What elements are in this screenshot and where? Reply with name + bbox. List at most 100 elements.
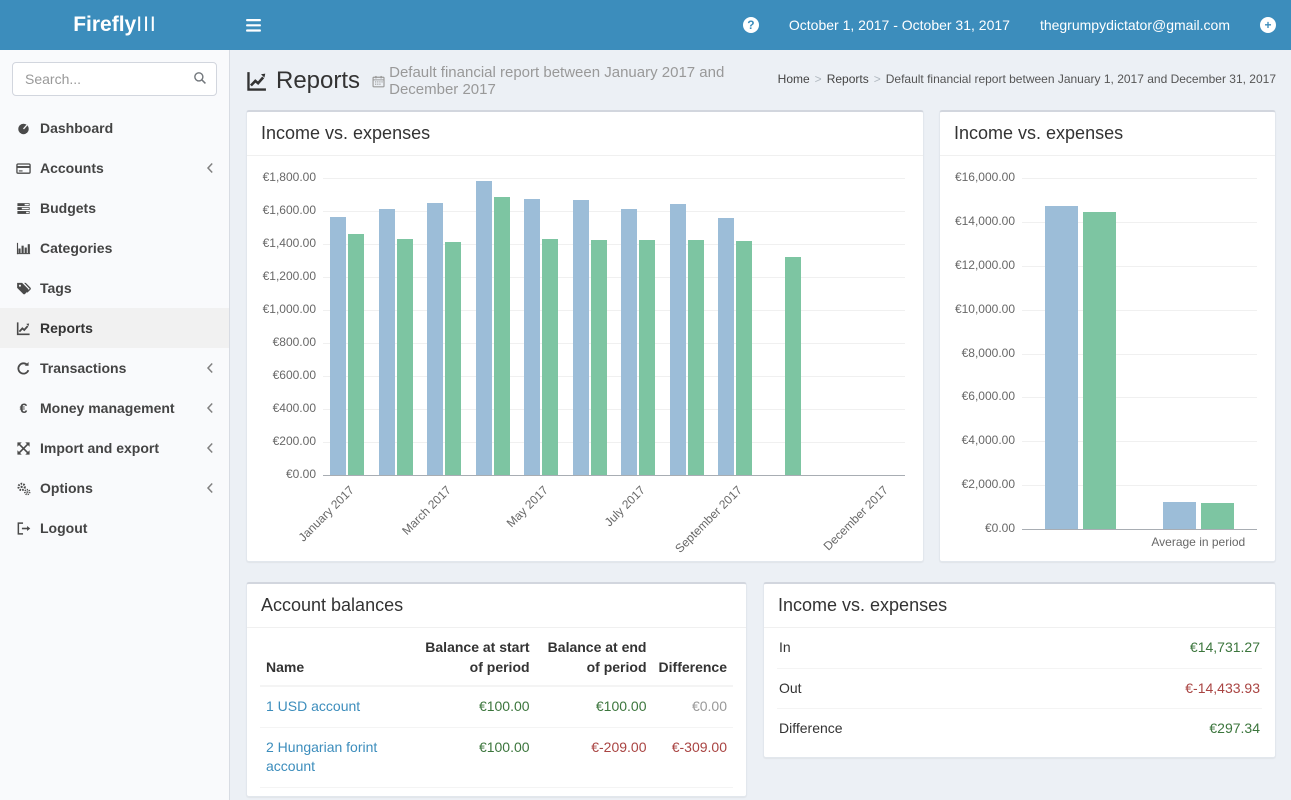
sidebar-item-dashboard[interactable]: Dashboard xyxy=(0,108,229,148)
box-header: Income vs. expenses xyxy=(940,112,1275,156)
column-header-name: Name xyxy=(260,628,419,686)
brand-logo[interactable]: FireflyIII xyxy=(0,0,230,50)
bar-expenses xyxy=(542,239,558,475)
bar-expenses xyxy=(591,240,607,475)
sidebar-item-import-export[interactable]: Import and export xyxy=(0,428,229,468)
content: Reports Default financial report between… xyxy=(231,50,1291,797)
gridline xyxy=(1022,529,1257,530)
x-axis-tick: December 2017 xyxy=(796,483,891,578)
help-button[interactable]: ? xyxy=(728,0,774,50)
control-sidebar-button[interactable]: + xyxy=(1245,0,1291,50)
sidebar-toggle-button[interactable] xyxy=(230,0,276,50)
y-axis-tick: €1,000.00 xyxy=(257,302,316,316)
chevron-left-icon xyxy=(205,442,215,454)
table-header-row: Name Balance at start of period Balance … xyxy=(260,628,733,686)
date-range-button[interactable]: October 1, 2017 - October 31, 2017 xyxy=(774,0,1025,50)
bar-income xyxy=(524,199,540,475)
summary-label: Difference xyxy=(777,709,1001,749)
summary-label: Out xyxy=(777,668,1001,709)
sidebar-menu: Dashboard Accounts Budgets Categories Ta… xyxy=(0,108,229,548)
y-axis-tick: €12,000.00 xyxy=(950,258,1015,272)
sidebar-item-money-management[interactable]: € Money management xyxy=(0,388,229,428)
tasks-icon xyxy=(16,201,31,216)
bar-income xyxy=(427,203,443,475)
x-axis-tick: March 2017 xyxy=(359,483,454,578)
search-input[interactable] xyxy=(12,62,217,96)
sidebar-item-label: Transactions xyxy=(40,360,126,376)
bar-expenses xyxy=(785,257,801,476)
bar-income xyxy=(573,200,589,475)
y-axis-tick: €1,400.00 xyxy=(257,236,316,250)
question-circle-icon: ? xyxy=(743,17,759,33)
x-axis-tick: July 2017 xyxy=(553,483,648,578)
gridline xyxy=(323,178,905,179)
column-header-difference: Difference xyxy=(653,628,734,686)
income-expenses-summary-box: Income vs. expenses In€14,731.27Out€-14,… xyxy=(763,582,1276,758)
calendar-icon xyxy=(372,74,385,89)
amount-cell: €0.00 xyxy=(653,686,734,727)
line-chart-icon xyxy=(246,70,268,92)
bar-income xyxy=(330,217,346,475)
sidebar-item-reports[interactable]: Reports xyxy=(0,308,229,348)
bar-income xyxy=(379,209,395,475)
search-icon[interactable] xyxy=(193,71,207,88)
y-axis-tick: €0.00 xyxy=(257,467,316,481)
bar-expenses xyxy=(397,239,413,475)
box-title: Income vs. expenses xyxy=(778,595,947,615)
table-row: Difference€297.34 xyxy=(777,709,1262,749)
x-axis-tick: Average in period xyxy=(1123,535,1273,549)
gridline xyxy=(323,475,905,476)
bar-income xyxy=(718,218,734,475)
summary-value: €-14,433.93 xyxy=(1001,668,1262,709)
sidebar-item-label: Accounts xyxy=(40,160,104,176)
summary-value: €297.34 xyxy=(1001,709,1262,749)
sidebar-item-label: Budgets xyxy=(40,200,96,216)
user-email-menu[interactable]: thegrumpydictator@gmail.com xyxy=(1025,0,1245,50)
y-axis-tick: €6,000.00 xyxy=(950,389,1015,403)
navbar: ? October 1, 2017 - October 31, 2017 the… xyxy=(230,0,1291,50)
breadcrumb-home[interactable]: Home xyxy=(778,72,810,86)
sidebar-item-transactions[interactable]: Transactions xyxy=(0,348,229,388)
y-axis-tick: €0.00 xyxy=(950,521,1015,535)
sidebar-item-budgets[interactable]: Budgets xyxy=(0,188,229,228)
amount-cell: €100.00 xyxy=(536,686,653,727)
x-axis-tick: May 2017 xyxy=(456,483,551,578)
sidebar-item-label: Logout xyxy=(40,520,87,536)
y-axis-tick: €8,000.00 xyxy=(950,346,1015,360)
sidebar-item-label: Reports xyxy=(40,320,93,336)
breadcrumb-reports[interactable]: Reports xyxy=(827,72,869,86)
sidebar-item-logout[interactable]: Logout xyxy=(0,508,229,548)
brand-bold: Firefly xyxy=(73,13,136,37)
credit-card-icon xyxy=(16,161,31,176)
bar-expenses xyxy=(688,240,704,475)
sidebar-item-label: Tags xyxy=(40,280,72,296)
bar-expenses xyxy=(639,240,655,475)
chevron-left-icon xyxy=(205,482,215,494)
box-title: Income vs. expenses xyxy=(261,123,430,143)
breadcrumb: Home>Reports>Default financial report be… xyxy=(778,64,1276,86)
account-link[interactable]: 1 USD account xyxy=(266,698,360,714)
report-subtitle-text: Default financial report between January… xyxy=(389,64,778,98)
box-title: Account balances xyxy=(261,595,403,615)
y-axis-tick: €1,600.00 xyxy=(257,203,316,217)
bar-expenses xyxy=(494,197,510,475)
table-row: In€14,731.27 xyxy=(777,628,1262,668)
chevron-left-icon xyxy=(205,362,215,374)
y-axis-tick: €14,000.00 xyxy=(950,214,1015,228)
chevron-left-icon xyxy=(205,402,215,414)
account-link[interactable]: 2 Hungarian forint account xyxy=(266,739,377,775)
sidebar-item-categories[interactable]: Categories xyxy=(0,228,229,268)
income-expenses-average-chart: €0.00€2,000.00€4,000.00€6,000.00€8,000.0… xyxy=(950,166,1265,551)
sidebar-item-tags[interactable]: Tags xyxy=(0,268,229,308)
y-axis-tick: €2,000.00 xyxy=(950,477,1015,491)
bar-income xyxy=(476,181,492,475)
x-axis-tick: September 2017 xyxy=(650,483,745,578)
sidebar-item-label: Options xyxy=(40,480,93,496)
bar-expenses xyxy=(736,241,752,475)
sidebar-item-accounts[interactable]: Accounts xyxy=(0,148,229,188)
sidebar-item-options[interactable]: Options xyxy=(0,468,229,508)
y-axis-tick: €16,000.00 xyxy=(950,170,1015,184)
bar-income xyxy=(1163,502,1196,529)
gridline xyxy=(1022,178,1257,179)
dashboard-icon xyxy=(16,121,31,136)
